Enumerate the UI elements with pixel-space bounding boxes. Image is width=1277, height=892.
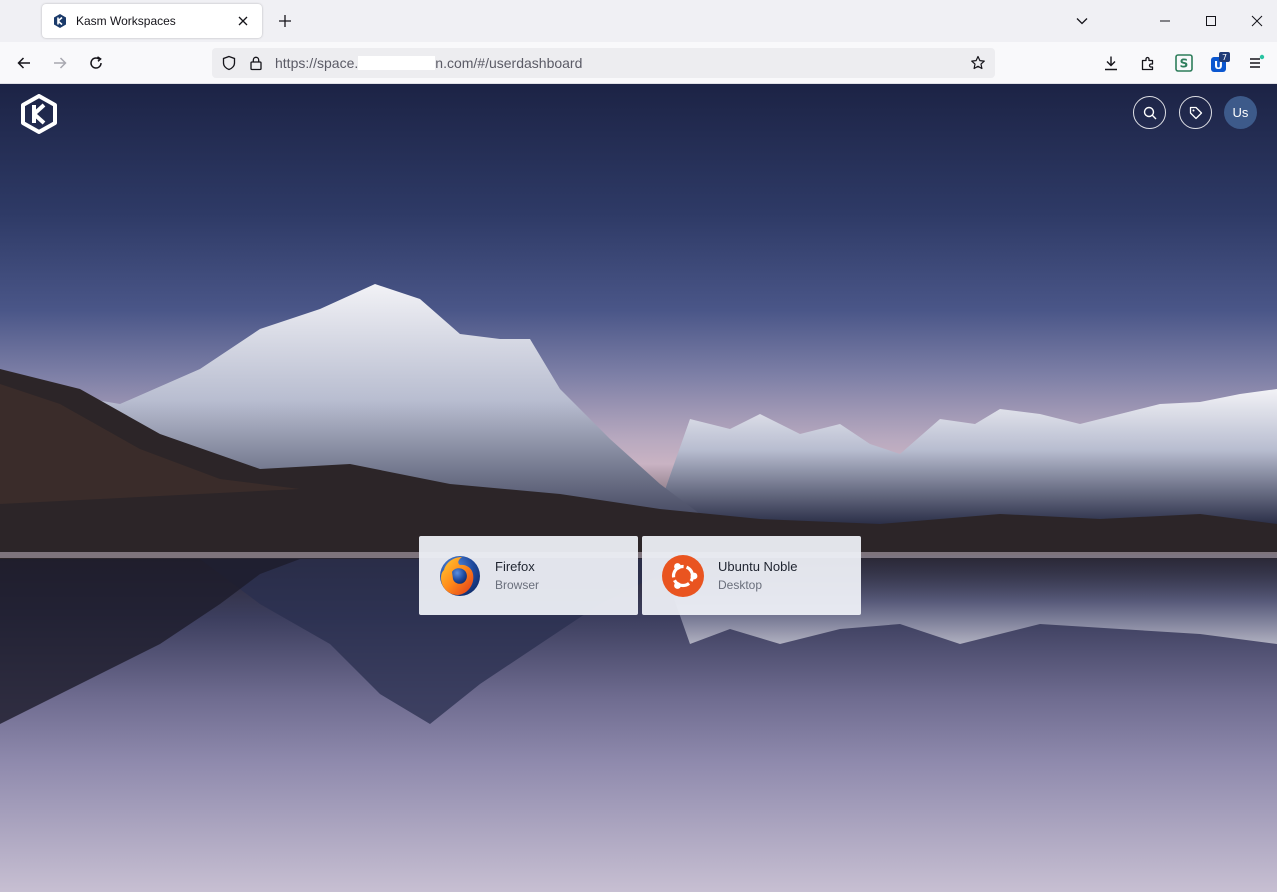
firefox-icon <box>440 555 480 596</box>
list-tabs-chevron-down-icon[interactable] <box>1069 8 1095 34</box>
minimize-icon[interactable] <box>1152 8 1178 34</box>
workspace-subtitle: Browser <box>495 577 540 592</box>
menu-hamburger-icon[interactable] <box>1244 51 1268 75</box>
search-button[interactable] <box>1133 96 1166 129</box>
search-icon <box>1143 106 1156 119</box>
tag-icon <box>1189 106 1202 119</box>
dashboard-background: Us Firefox Browser Ubuntu Noble Desktop <box>0 84 1277 892</box>
workspace-title: Ubuntu Noble <box>718 558 798 574</box>
tab-title: Kasm Workspaces <box>76 14 176 28</box>
user-avatar[interactable]: Us <box>1224 96 1257 129</box>
kasm-logo[interactable] <box>20 94 58 134</box>
redacted-domain <box>358 56 436 70</box>
new-tab-icon[interactable] <box>274 10 296 32</box>
mountain-lake-wallpaper <box>0 284 1277 724</box>
s-extension-icon[interactable]: S <box>1172 51 1196 75</box>
padlock-icon[interactable] <box>248 55 264 71</box>
forward-arrow-icon[interactable] <box>48 51 72 75</box>
tags-button[interactable] <box>1179 96 1212 129</box>
maximize-icon[interactable] <box>1198 8 1224 34</box>
workspace-card-text: Firefox Browser <box>495 558 539 594</box>
tracking-shield-icon[interactable] <box>221 55 237 71</box>
navigation-toolbar: https://space. n.com/#/userdashboard S U … <box>0 42 1277 84</box>
svg-text:S: S <box>1180 57 1189 71</box>
url-text: https://space. n.com/#/userdashboard <box>275 55 583 71</box>
u-extension-icon[interactable]: U 7 <box>1208 51 1232 75</box>
workspace-title: Firefox <box>495 558 535 574</box>
close-window-icon[interactable] <box>1244 8 1270 34</box>
back-arrow-icon[interactable] <box>12 51 36 75</box>
extensions-puzzle-icon[interactable] <box>1136 51 1160 75</box>
close-tab-icon[interactable] <box>234 12 252 30</box>
address-bar[interactable]: https://space. n.com/#/userdashboard <box>212 48 995 78</box>
ubuntu-icon <box>662 554 704 597</box>
downloads-icon[interactable] <box>1099 51 1123 75</box>
reload-icon[interactable] <box>84 51 108 75</box>
kasm-favicon-icon <box>54 14 66 28</box>
workspace-card-firefox[interactable]: Firefox Browser <box>419 536 638 615</box>
workspace-card-text: Ubuntu Noble Desktop <box>718 558 798 594</box>
workspace-subtitle: Desktop <box>718 577 763 592</box>
browser-tab[interactable]: Kasm Workspaces <box>42 4 262 38</box>
extension-badge: 7 <box>1222 53 1227 62</box>
bookmark-star-icon[interactable] <box>970 55 986 71</box>
workspace-card-ubuntu-noble[interactable]: Ubuntu Noble Desktop <box>642 536 861 615</box>
tab-strip: Kasm Workspaces <box>0 0 1277 42</box>
